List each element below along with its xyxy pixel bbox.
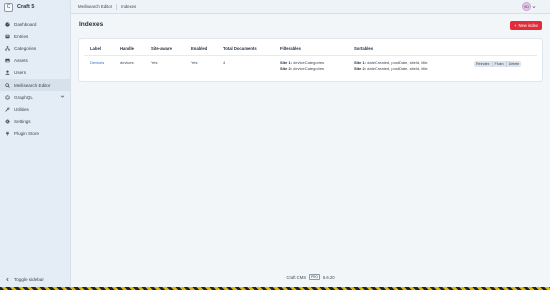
nav-item-label: Meilisearch Editor [14,82,51,88]
search-icon [5,82,10,88]
nav-item-label: Categories [14,45,37,51]
footer-version: 5.6.20 [322,274,335,280]
sortable-line: Site 2: dateCreated, postDate, siteId, t… [354,65,428,71]
nav-item-dashboard[interactable]: Dashboard [0,18,70,30]
index-site-aware: Yes [151,60,158,65]
index-filterables: Site 1: deviceCategories Site 2: deviceC… [274,56,348,74]
col-sortables: Sortables [348,45,468,56]
nav-item-label: Utilities [14,106,29,112]
indexes-table: Label Handle Site-aware Enabled Total Do… [84,45,537,73]
table-header-row: Label Handle Site-aware Enabled Total Do… [84,45,537,56]
nav-item-label: Plugin Store [14,131,40,137]
image-icon [5,58,10,63]
graphql-icon [5,94,10,100]
top-bar: Meilisearch Editor Indexes SD [71,0,550,14]
nav-item-utilities[interactable]: Utilities [0,103,70,115]
sidebar: C Craft 5 Dashboard Entries Categories A… [0,0,71,290]
index-actions: Reindex Flush Delete [468,56,537,74]
toggle-sidebar-label: Toggle sidebar [14,276,44,282]
index-label-link[interactable]: Devices [90,60,104,65]
toggle-sidebar-button[interactable]: Toggle sidebar [0,274,71,284]
edition-badge: PRO [308,274,320,280]
new-index-label: New index [518,23,538,28]
user-icon [5,70,10,76]
chevron-down-icon[interactable] [60,94,65,99]
col-filterables: Filterables [274,45,348,56]
nav-item-assets[interactable]: Assets [0,55,70,67]
nav-item-categories[interactable]: Categories [0,42,70,54]
nav-item-label: Assets [14,58,28,64]
footer: Craft CMS PRO 5.6.20 [71,274,550,280]
nav-item-label: Users [14,70,26,76]
gauge-icon [5,21,10,27]
page-title: Indexes [79,21,104,28]
index-sortables: Site 1: dateCreated, postDate, siteId, t… [348,56,468,74]
reindex-button[interactable]: Reindex [474,61,493,67]
nav-item-settings[interactable]: Settings [0,116,70,128]
nav-item-label: Entries [14,33,29,39]
site-name: Craft 5 [17,4,35,10]
breadcrumb-meilisearch-editor[interactable]: Meilisearch Editor [78,4,112,9]
delete-button[interactable]: Delete [506,61,522,67]
site-switcher[interactable]: C Craft 5 [0,0,70,14]
new-index-button[interactable]: + New index [509,21,542,30]
col-total-documents: Total Documents [217,45,274,56]
index-enabled: Yes [191,60,198,65]
breadcrumb-indexes[interactable]: Indexes [121,4,136,9]
index-total-documents: 4 [223,60,226,65]
chevron-left-icon [6,277,9,281]
sitemap-icon [5,46,10,51]
avatar: SD [522,2,531,11]
account-menu[interactable]: SD [522,2,536,11]
nav-item-plugin-store[interactable]: Plugin Store [0,128,70,140]
footer-product: Craft CMS [286,274,306,280]
nav-item-label: Dashboard [14,21,37,27]
nav-item-users[interactable]: Users [0,67,70,79]
index-handle: devices [120,60,134,65]
newspaper-icon [5,34,10,39]
nav-item-meilisearch-editor[interactable]: Meilisearch Editor [0,78,70,92]
col-site-aware: Site-aware [145,45,185,56]
gear-icon [5,119,10,124]
col-handle: Handle [114,45,145,56]
breadcrumb-separator [116,3,118,10]
plus-icon: + [513,23,517,28]
chevron-down-icon [532,5,536,8]
action-button-group: Reindex Flush Delete [474,61,534,67]
nav-item-label: GraphQL [14,94,33,100]
col-label: Label [84,45,114,56]
nav-item-label: Settings [14,119,31,125]
nav-item-graphql[interactable]: GraphQL [0,91,70,103]
plug-icon [5,131,10,137]
main-nav: Dashboard Entries Categories Assets User… [0,18,70,140]
filterable-line: Site 2: deviceCategories [280,65,325,71]
nav-item-entries[interactable]: Entries [0,30,70,42]
flush-button[interactable]: Flush [492,61,507,67]
col-enabled: Enabled [185,45,217,56]
col-actions [468,45,537,56]
table-row: Devices devices Yes Yes 4 Site 1: device… [84,56,537,74]
wrench-icon [5,107,10,112]
indexes-card: Label Handle Site-aware Enabled Total Do… [79,39,542,81]
site-logo: C [4,2,13,12]
